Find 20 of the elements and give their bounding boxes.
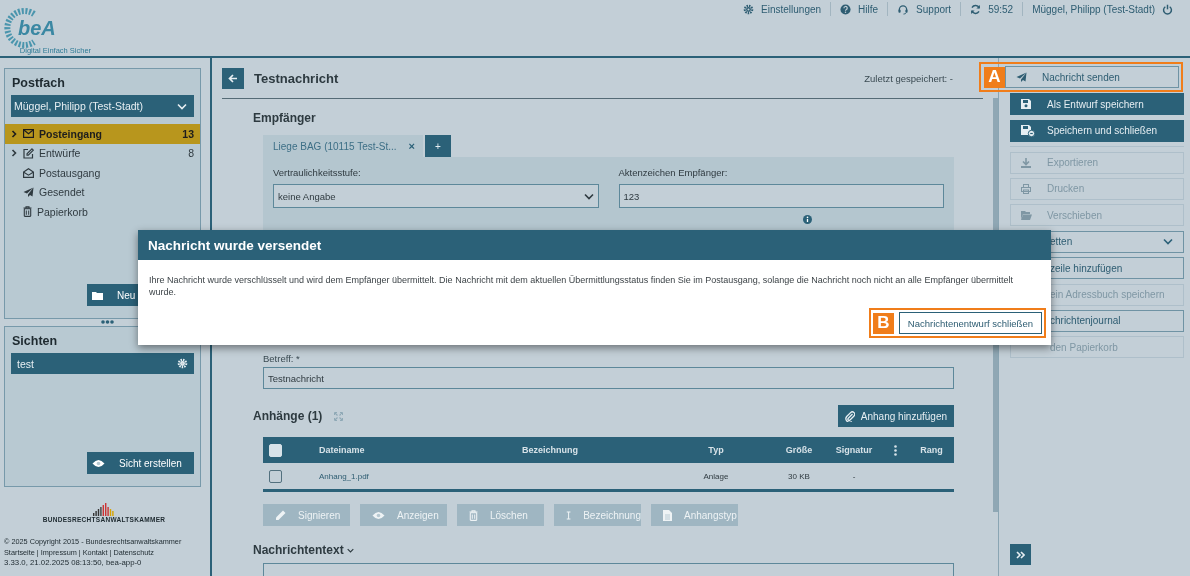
callout-badge: B <box>872 312 894 334</box>
panel-title: Postfach <box>11 75 66 92</box>
logo-wordmark: beA <box>18 17 56 40</box>
table-cell: - <box>852 471 856 481</box>
field-label: Vertraulichkeitsstufe: <box>273 167 362 178</box>
panel-title: Sichten <box>11 333 59 350</box>
table-cell: 30 KB <box>788 471 810 481</box>
message-title: Testnachricht <box>254 71 340 86</box>
field-label: Betreff: * <box>263 353 301 364</box>
table-cell: Anlage <box>703 471 729 481</box>
section-heading: Anhänge (1) <box>253 409 323 423</box>
section-heading: Nachrichtentext <box>253 543 344 557</box>
folder-count: 13 <box>182 127 194 140</box>
dialog-title: Nachricht wurde versendet <box>148 237 322 253</box>
recipient-name: Liege BAG (10115 Test-St... <box>273 140 397 152</box>
section-heading: Empfänger <box>253 111 317 125</box>
last-saved-text: Zuletzt gespeichert: - <box>864 73 953 84</box>
field-label: Aktenzeichen Empfänger: <box>618 167 729 178</box>
folder-count: 8 <box>188 147 194 160</box>
callout-badge: A <box>984 66 1005 88</box>
